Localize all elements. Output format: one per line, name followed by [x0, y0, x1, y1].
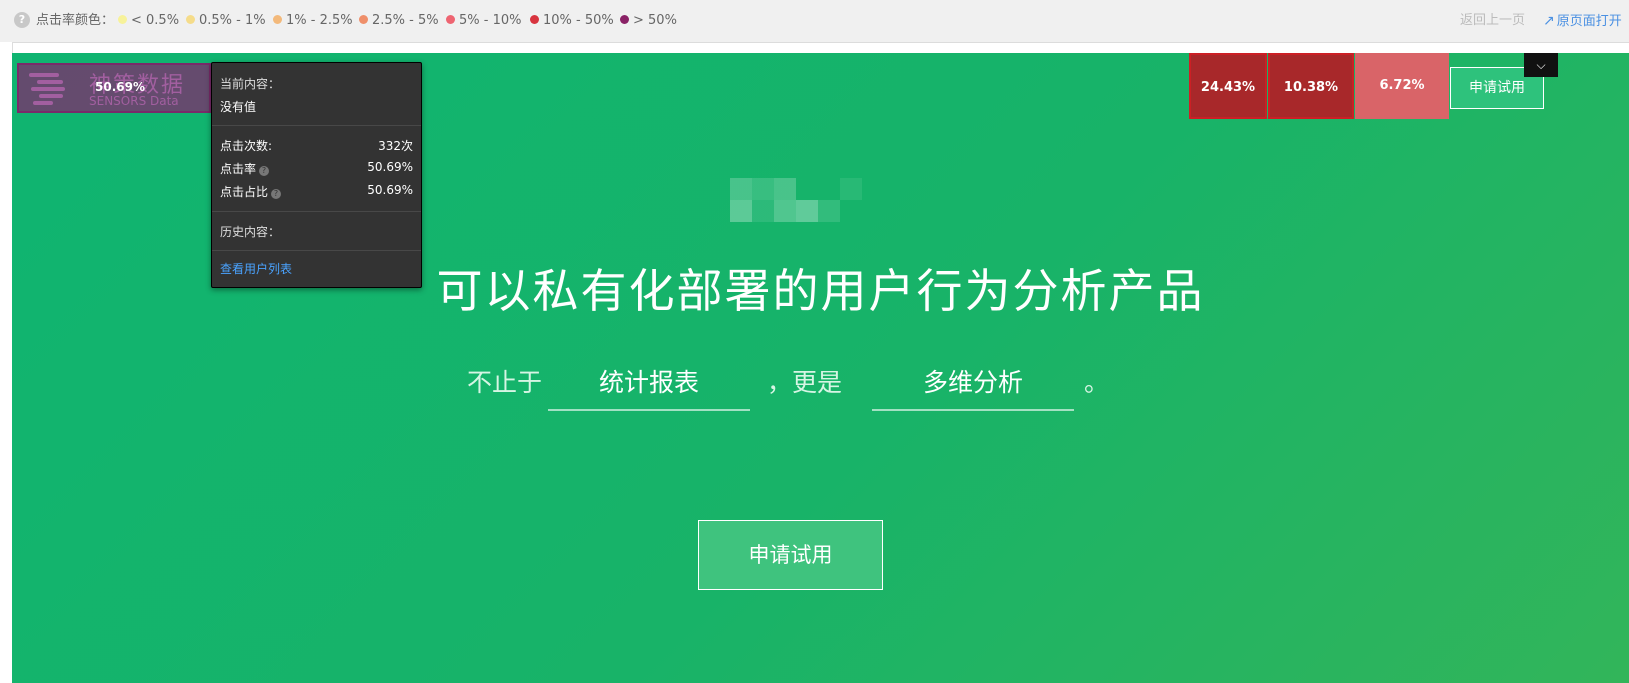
external-arrow-icon: ↗	[1543, 13, 1555, 29]
chevron-down-icon[interactable]: ⌵	[1524, 53, 1558, 77]
keyword-underline	[872, 409, 1074, 411]
hero-keyword-2: 多维分析	[922, 368, 1023, 397]
legend-item: 10% - 50%	[530, 12, 614, 30]
tooltip-click-count-value: 332次	[378, 139, 413, 153]
tooltip-click-rate-value: 50.69%	[367, 160, 413, 174]
hero-keyword-1: 统计报表	[598, 368, 699, 397]
help-icon[interactable]: ?	[271, 189, 282, 199]
heatmap-legend-bar: ? 点击率颜色： < 0.5% 0.5% - 1% 1% - 2.5% 2.5%…	[0, 0, 1629, 43]
heatmap-tooltip: 当前内容： 没有值 点击次数: 332次 点击率? 50.69% 点击占比? 5…	[211, 62, 422, 288]
hero-trial-button[interactable]: 申请试用	[698, 520, 883, 590]
tooltip-current-value: 没有值	[220, 100, 257, 114]
click-rate-label: 50.69%	[95, 80, 145, 94]
nav-heat-cell[interactable]: 24.43%	[1189, 53, 1267, 119]
open-original-link[interactable]: ↗ 原页面打开	[1543, 12, 1622, 31]
keyword-underline	[548, 409, 750, 411]
logo-mark-icon	[29, 73, 75, 105]
legend-item: 5% - 10%	[446, 12, 521, 30]
hero-suffix: 。	[1084, 368, 1110, 397]
back-link[interactable]: 返回上一页	[1460, 12, 1525, 30]
legend-item: 1% - 2.5%	[273, 12, 353, 30]
tooltip-click-share-label: 点击占比?	[220, 183, 282, 200]
hero-middle: ，更是	[767, 368, 843, 397]
tooltip-history-label: 历史内容：	[220, 225, 281, 239]
tooltip-divider	[212, 211, 421, 212]
help-icon[interactable]: ?	[259, 166, 270, 176]
tooltip-divider	[212, 125, 421, 126]
legend-dot-icon	[186, 15, 195, 24]
legend-item: < 0.5%	[118, 12, 179, 30]
legend-item: > 50%	[620, 12, 677, 30]
legend-item: 0.5% - 1%	[186, 12, 266, 30]
legend-dot-icon	[620, 15, 629, 24]
legend-dot-icon	[273, 15, 282, 24]
tooltip-click-rate-label: 点击率?	[220, 160, 270, 177]
user-list-link[interactable]: 查看用户列表	[220, 260, 292, 277]
legend-dot-icon	[446, 15, 455, 24]
tooltip-click-count-label: 点击次数:	[220, 139, 273, 153]
legend-dot-icon	[530, 15, 539, 24]
legend-dot-icon	[359, 15, 368, 24]
nav-heat-cell[interactable]: 10.38%	[1268, 53, 1354, 119]
hero-prefix: 不止于	[467, 368, 543, 397]
tooltip-click-share-value: 50.69%	[367, 183, 413, 197]
help-icon[interactable]: ?	[14, 12, 30, 28]
tooltip-divider	[212, 250, 421, 251]
legend-title: 点击率颜色：	[36, 13, 115, 28]
nav-heat-cell[interactable]: 6.72%	[1355, 53, 1449, 119]
legend-dot-icon	[118, 15, 127, 24]
tooltip-current-label: 当前内容：	[220, 77, 281, 91]
logo-heat-cell[interactable]: 神策数据 SENSORS Data 50.69%	[17, 63, 211, 113]
logo-text-en: SENSORS Data	[89, 94, 179, 108]
legend-item: 2.5% - 5%	[359, 12, 439, 30]
